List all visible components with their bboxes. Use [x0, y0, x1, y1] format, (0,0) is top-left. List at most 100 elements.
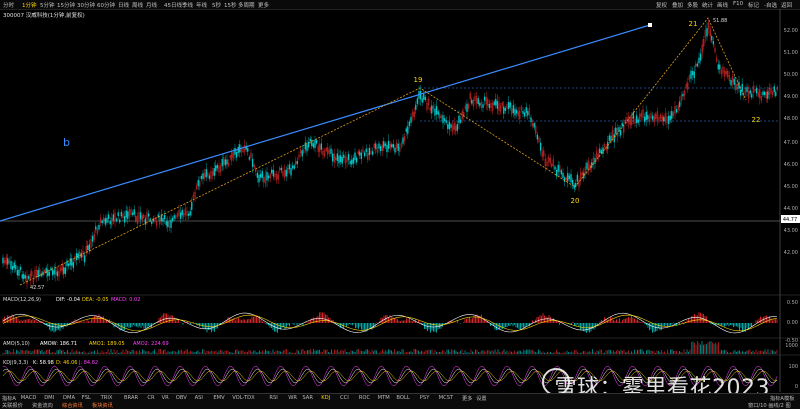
macd-name: MACD(12,26,9) — [3, 297, 41, 303]
period-tab-10[interactable]: 季线 — [182, 1, 193, 9]
trend-line-b[interactable] — [0, 24, 651, 222]
candle-body — [711, 36, 713, 41]
candle-body — [72, 262, 75, 268]
candle-body — [645, 111, 647, 121]
indicator-tab-1[interactable]: MACD — [21, 395, 37, 401]
price-axis-label: 46.00 — [784, 162, 798, 168]
candle-body — [107, 214, 110, 219]
trend-line-handle[interactable] — [648, 23, 652, 27]
indicator-tab-20[interactable]: BOLL — [396, 395, 409, 401]
candle-body — [144, 218, 147, 225]
period-tab-15[interactable]: 更多 — [258, 1, 269, 9]
indicator-tab-16[interactable]: KDJ — [321, 395, 330, 401]
indicator-tab-10[interactable]: ASI — [195, 395, 203, 401]
candle-body — [573, 184, 575, 189]
indicator-tab-13[interactable]: RSI — [269, 395, 277, 401]
macd-axis: 0.50 — [787, 300, 798, 306]
candle-body — [514, 108, 516, 116]
trend-line-label: b — [63, 136, 70, 149]
period-tab-14[interactable]: 多周期 — [238, 1, 255, 9]
indicator-tab-11[interactable]: EMV — [213, 395, 224, 401]
indicator-tab-24[interactable]: 设置 — [476, 395, 486, 402]
candle-body — [351, 159, 353, 165]
toolbar-right-2[interactable]: 多股 — [687, 1, 698, 9]
candle-body — [37, 270, 39, 278]
indicator-tab-22[interactable]: MCST — [439, 395, 454, 401]
period-tab-2[interactable]: 5分钟 — [40, 1, 55, 9]
toolbar-right-5[interactable]: F10 — [733, 1, 743, 7]
wave-line[interactable] — [19, 17, 747, 286]
amo-amo1: AMO1: 189.05 — [89, 341, 125, 347]
toolbar-right-1[interactable]: 叠加 — [672, 1, 683, 9]
candle-body — [378, 143, 380, 149]
candle-body — [95, 226, 97, 230]
bottom-right-0[interactable]: 指标A — [770, 395, 784, 402]
candle-body — [47, 269, 49, 277]
indicator-tab-5[interactable]: TRIX — [101, 395, 113, 401]
candle-body — [423, 94, 425, 100]
period-tab-8[interactable]: 月线 — [146, 1, 157, 9]
candle-body — [387, 140, 390, 149]
candle-body — [160, 214, 163, 222]
indicator-tab-15[interactable]: SAR — [302, 395, 313, 401]
indicator-tab-21[interactable]: PSY — [420, 395, 430, 401]
candle-body — [495, 99, 497, 106]
toolbar-right-0[interactable]: 复权 — [656, 1, 667, 9]
indicator-tab-4[interactable]: FSL — [82, 395, 91, 401]
indicator-tab-12[interactable]: VOL-TDX — [232, 395, 254, 401]
toolbar-right-4[interactable]: 画线 — [717, 1, 728, 9]
candle-body — [266, 172, 268, 181]
period-tab-9[interactable]: 45日线 — [164, 1, 182, 9]
indicator-tab-3[interactable]: DMA — [63, 395, 75, 401]
candle-body — [347, 154, 350, 161]
period-tab-0[interactable]: 分时 — [3, 1, 14, 9]
period-tab-1[interactable]: 1分钟 — [22, 1, 37, 9]
toolbar-right-8[interactable]: 返回 — [781, 1, 792, 9]
candle-body — [179, 212, 182, 219]
candle-body — [27, 276, 30, 279]
toolbar-right-3[interactable]: 统计 — [702, 1, 713, 9]
candle-body — [112, 214, 115, 221]
period-tab-12[interactable]: 5秒 — [212, 1, 221, 9]
period-tab-6[interactable]: 日线 — [118, 1, 129, 9]
chart-area[interactable]: 52.00 51.00 50.00 49.00 48.00 47.00 46.00 45.00… — [0, 9, 800, 394]
candle-body — [717, 64, 719, 70]
candle-body — [7, 258, 9, 265]
indicator-tab-14[interactable]: WR — [288, 395, 297, 401]
period-tab-11[interactable]: 年线 — [196, 1, 207, 9]
wave-label-19: 19 — [414, 76, 423, 84]
indicator-tab-8[interactable]: VR — [162, 395, 169, 401]
candle-body — [256, 172, 259, 178]
indicator-tab-2[interactable]: DMI — [44, 395, 54, 401]
price-marker-label: 44.77 — [783, 217, 797, 223]
indicator-tab-7[interactable]: CR — [147, 395, 154, 401]
indicator-tab-9[interactable]: OBV — [176, 395, 187, 401]
candle-body — [48, 271, 51, 276]
indicator-tab-19[interactable]: MTM — [378, 395, 390, 401]
macd-dea: DEA: -0.05 — [82, 297, 109, 303]
price-axis-label: 42.00 — [784, 250, 798, 256]
candle-body — [671, 111, 673, 119]
kdj-axis: 100 — [788, 364, 798, 370]
period-tab-13[interactable]: 15秒 — [224, 1, 237, 9]
candle-body — [349, 160, 351, 164]
period-tab-4[interactable]: 30分钟 — [77, 1, 95, 9]
indicator-tab-17[interactable]: CCI — [340, 395, 349, 401]
toolbar-right-6[interactable]: 标记 — [748, 1, 759, 9]
period-tab-5[interactable]: 60分钟 — [97, 1, 115, 9]
candle-body — [560, 170, 563, 175]
period-tab-7[interactable]: 周线 — [132, 1, 143, 9]
period-tab-3[interactable]: 15分钟 — [57, 1, 75, 9]
candle-body — [288, 164, 291, 170]
toolbar-right-7[interactable]: -自选 — [764, 1, 777, 9]
bottom-right-1[interactable]: 模板 — [784, 395, 794, 402]
indicator-tab-23[interactable]: 更多 — [462, 395, 472, 402]
candle-body — [224, 159, 227, 166]
indicator-tab-6[interactable]: BRAR — [124, 395, 138, 401]
candle-body — [696, 63, 699, 67]
candle-body — [384, 143, 387, 146]
indicator-bar: 指标A MACD DMI DMA FSL TRIX BRAR CR VR OBV ASI EMV VOL… — [0, 393, 800, 409]
indicator-tab-0[interactable]: 指标A — [2, 395, 16, 402]
indicator-tab-18[interactable]: ROC — [359, 395, 370, 401]
candle-body — [365, 148, 367, 153]
